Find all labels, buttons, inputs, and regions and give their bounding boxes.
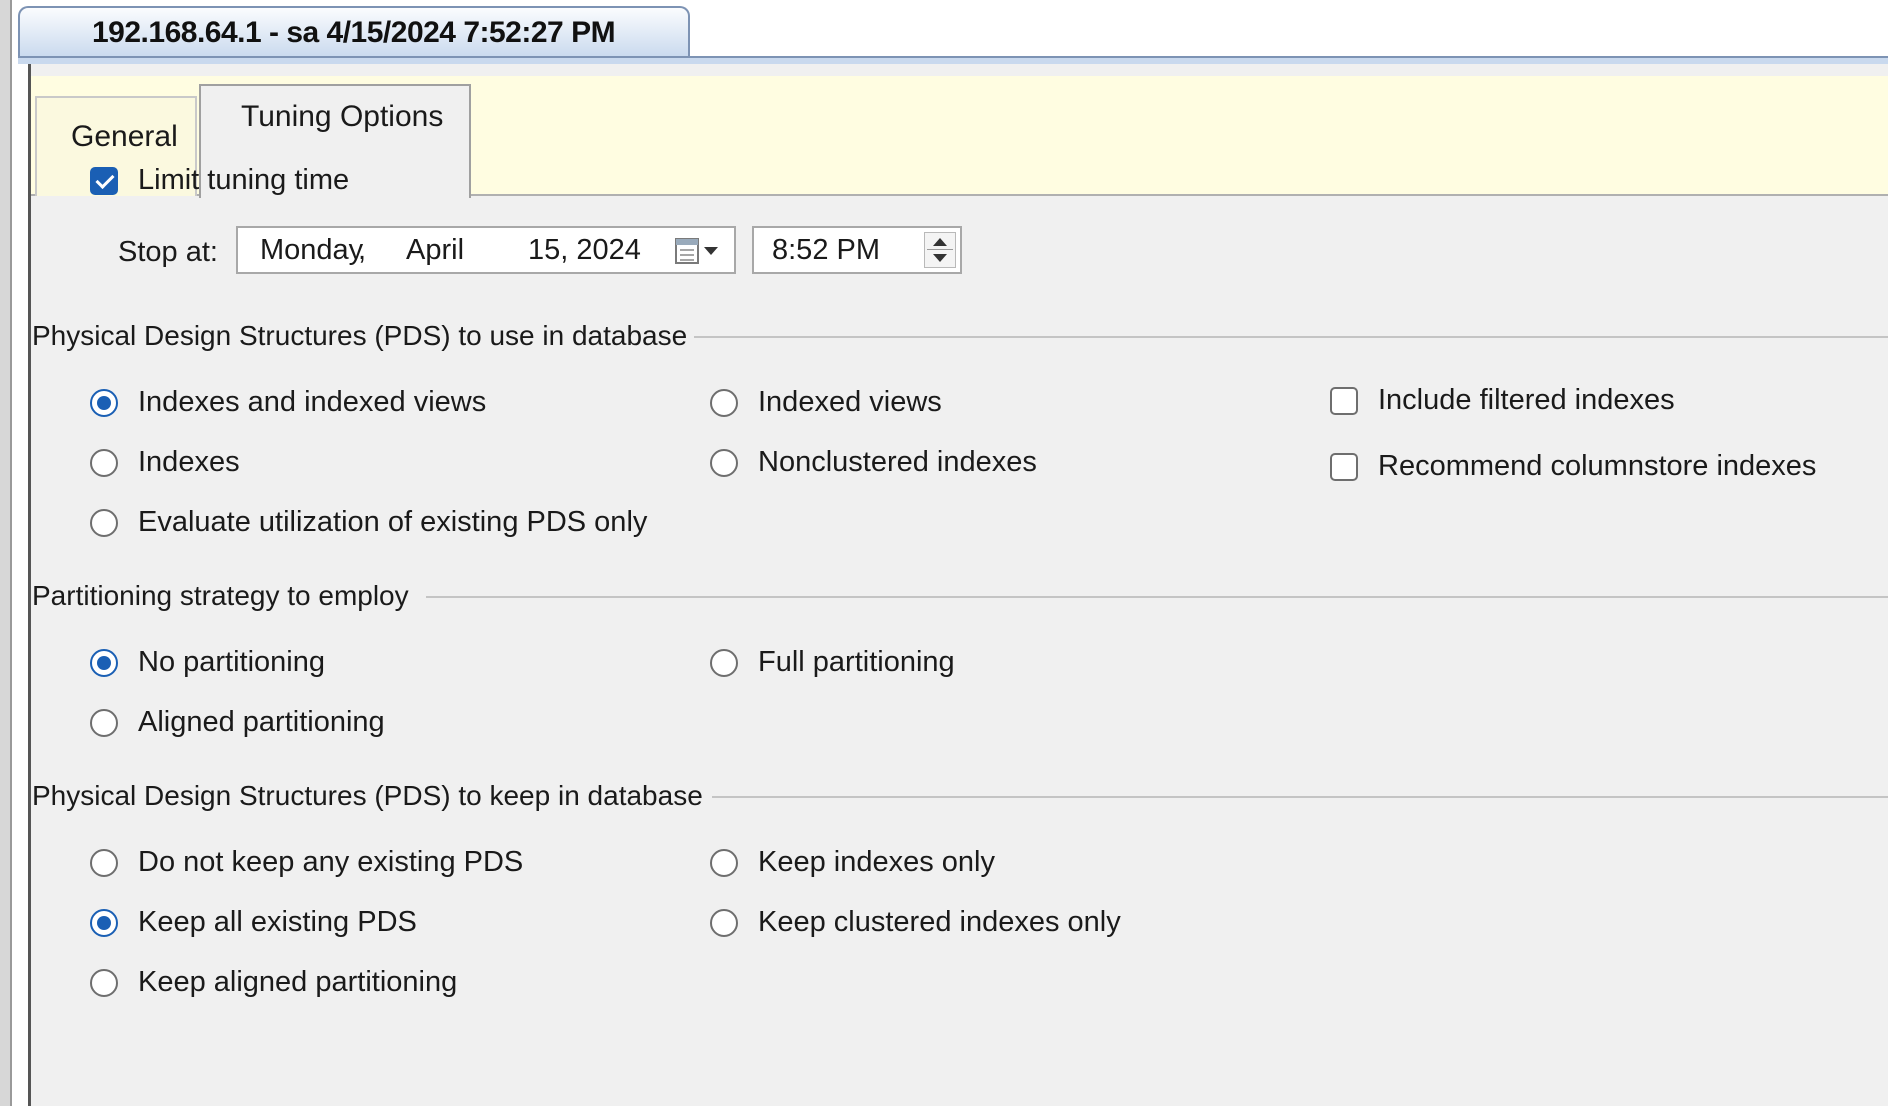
- checkbox-label: Include filtered indexes: [1378, 384, 1675, 416]
- radio-button[interactable]: [710, 648, 738, 677]
- spin-divider: [927, 249, 953, 250]
- radio-keep-aligned-partitioning[interactable]: Keep aligned partitioning: [90, 966, 457, 999]
- session-tab-title: 192.168.64.1 - sa 4/15/2024 7:52:27 PM: [92, 16, 616, 49]
- radio-label: Indexes and indexed views: [138, 386, 487, 418]
- limit-tuning-time-checkbox[interactable]: Limit tuning time: [90, 164, 349, 197]
- checkbox-box[interactable]: [1330, 386, 1358, 415]
- spin-up-icon[interactable]: [933, 238, 947, 246]
- radio-keep-indexes-only[interactable]: Keep indexes only: [710, 846, 995, 879]
- radio-label: Indexed views: [758, 386, 942, 418]
- radio-button[interactable]: [710, 388, 738, 417]
- date-day-year: 15, 2024: [528, 234, 641, 266]
- radio-label: Indexes: [138, 446, 240, 478]
- partitioning-group-line: [426, 596, 1888, 598]
- pds-keep-group-line: [712, 796, 1888, 798]
- stop-at-label: Stop at:: [118, 236, 218, 268]
- radio-do-not-keep-any-pds[interactable]: Do not keep any existing PDS: [90, 846, 523, 879]
- radio-aligned-partitioning[interactable]: Aligned partitioning: [90, 706, 385, 739]
- checkbox-box[interactable]: [1330, 452, 1358, 481]
- radio-label: Aligned partitioning: [138, 706, 385, 738]
- radio-button[interactable]: [710, 848, 738, 877]
- calendar-dropdown-icon[interactable]: [674, 236, 724, 266]
- radio-indexed-views[interactable]: Indexed views: [710, 386, 942, 419]
- date-separator: ,: [358, 234, 367, 266]
- radio-button[interactable]: [90, 388, 118, 417]
- limit-tuning-time-box[interactable]: [90, 166, 118, 195]
- radio-indexes[interactable]: Indexes: [90, 446, 240, 479]
- radio-keep-all-existing-pds[interactable]: Keep all existing PDS: [90, 906, 417, 939]
- spin-down-icon[interactable]: [933, 254, 947, 262]
- radio-button[interactable]: [90, 968, 118, 997]
- tab-general-label: General: [71, 120, 178, 153]
- radio-no-partitioning[interactable]: No partitioning: [90, 646, 325, 679]
- stop-at-time-picker[interactable]: 8:52 PM: [752, 226, 962, 274]
- checkbox-label: Recommend columnstore indexes: [1378, 450, 1817, 482]
- time-value: 8:52 PM: [772, 234, 880, 266]
- radio-label: Nonclustered indexes: [758, 446, 1037, 478]
- date-day: Monday: [260, 234, 364, 266]
- radio-label: Keep all existing PDS: [138, 906, 417, 938]
- session-tab-underline: [18, 56, 1888, 64]
- radio-indexes-and-indexed-views[interactable]: Indexes and indexed views: [90, 386, 486, 419]
- limit-tuning-time-label: Limit tuning time: [138, 164, 350, 196]
- radio-button[interactable]: [90, 508, 118, 537]
- partitioning-group-title: Partitioning strategy to employ: [32, 580, 409, 611]
- radio-nonclustered-indexes[interactable]: Nonclustered indexes: [710, 446, 1037, 479]
- tab-tuning-options-label: Tuning Options: [241, 100, 444, 133]
- checkbox-include-filtered-indexes[interactable]: Include filtered indexes: [1330, 384, 1675, 417]
- radio-button[interactable]: [90, 848, 118, 877]
- radio-button[interactable]: [90, 448, 118, 477]
- checkbox-recommend-columnstore-indexes[interactable]: Recommend columnstore indexes: [1330, 450, 1816, 483]
- pds-use-group-title: Physical Design Structures (PDS) to use …: [32, 320, 688, 351]
- radio-button[interactable]: [710, 448, 738, 477]
- radio-label: No partitioning: [138, 646, 325, 678]
- radio-label: Full partitioning: [758, 646, 955, 678]
- radio-label: Keep indexes only: [758, 846, 995, 878]
- date-month: April: [406, 234, 465, 266]
- radio-evaluate-existing-pds-only[interactable]: Evaluate utilization of existing PDS onl…: [90, 506, 647, 539]
- window-left-border: [0, 0, 12, 1106]
- radio-button[interactable]: [90, 648, 118, 677]
- stop-at-date-picker[interactable]: Monday , April 15, 2024: [236, 226, 736, 274]
- radio-label: Evaluate utilization of existing PDS onl…: [138, 506, 648, 538]
- radio-button[interactable]: [90, 908, 118, 937]
- session-tab[interactable]: 192.168.64.1 - sa 4/15/2024 7:52:27 PM: [18, 6, 690, 58]
- radio-label: Keep aligned partitioning: [138, 966, 458, 998]
- radio-full-partitioning[interactable]: Full partitioning: [710, 646, 955, 679]
- radio-button[interactable]: [710, 908, 738, 937]
- radio-keep-clustered-indexes-only[interactable]: Keep clustered indexes only: [710, 906, 1121, 939]
- radio-label: Keep clustered indexes only: [758, 906, 1121, 938]
- pds-use-group-line: [694, 336, 1888, 338]
- radio-label: Do not keep any existing PDS: [138, 846, 524, 878]
- time-spinner[interactable]: [924, 232, 956, 268]
- radio-button[interactable]: [90, 708, 118, 737]
- pds-keep-group-title: Physical Design Structures (PDS) to keep…: [32, 780, 703, 811]
